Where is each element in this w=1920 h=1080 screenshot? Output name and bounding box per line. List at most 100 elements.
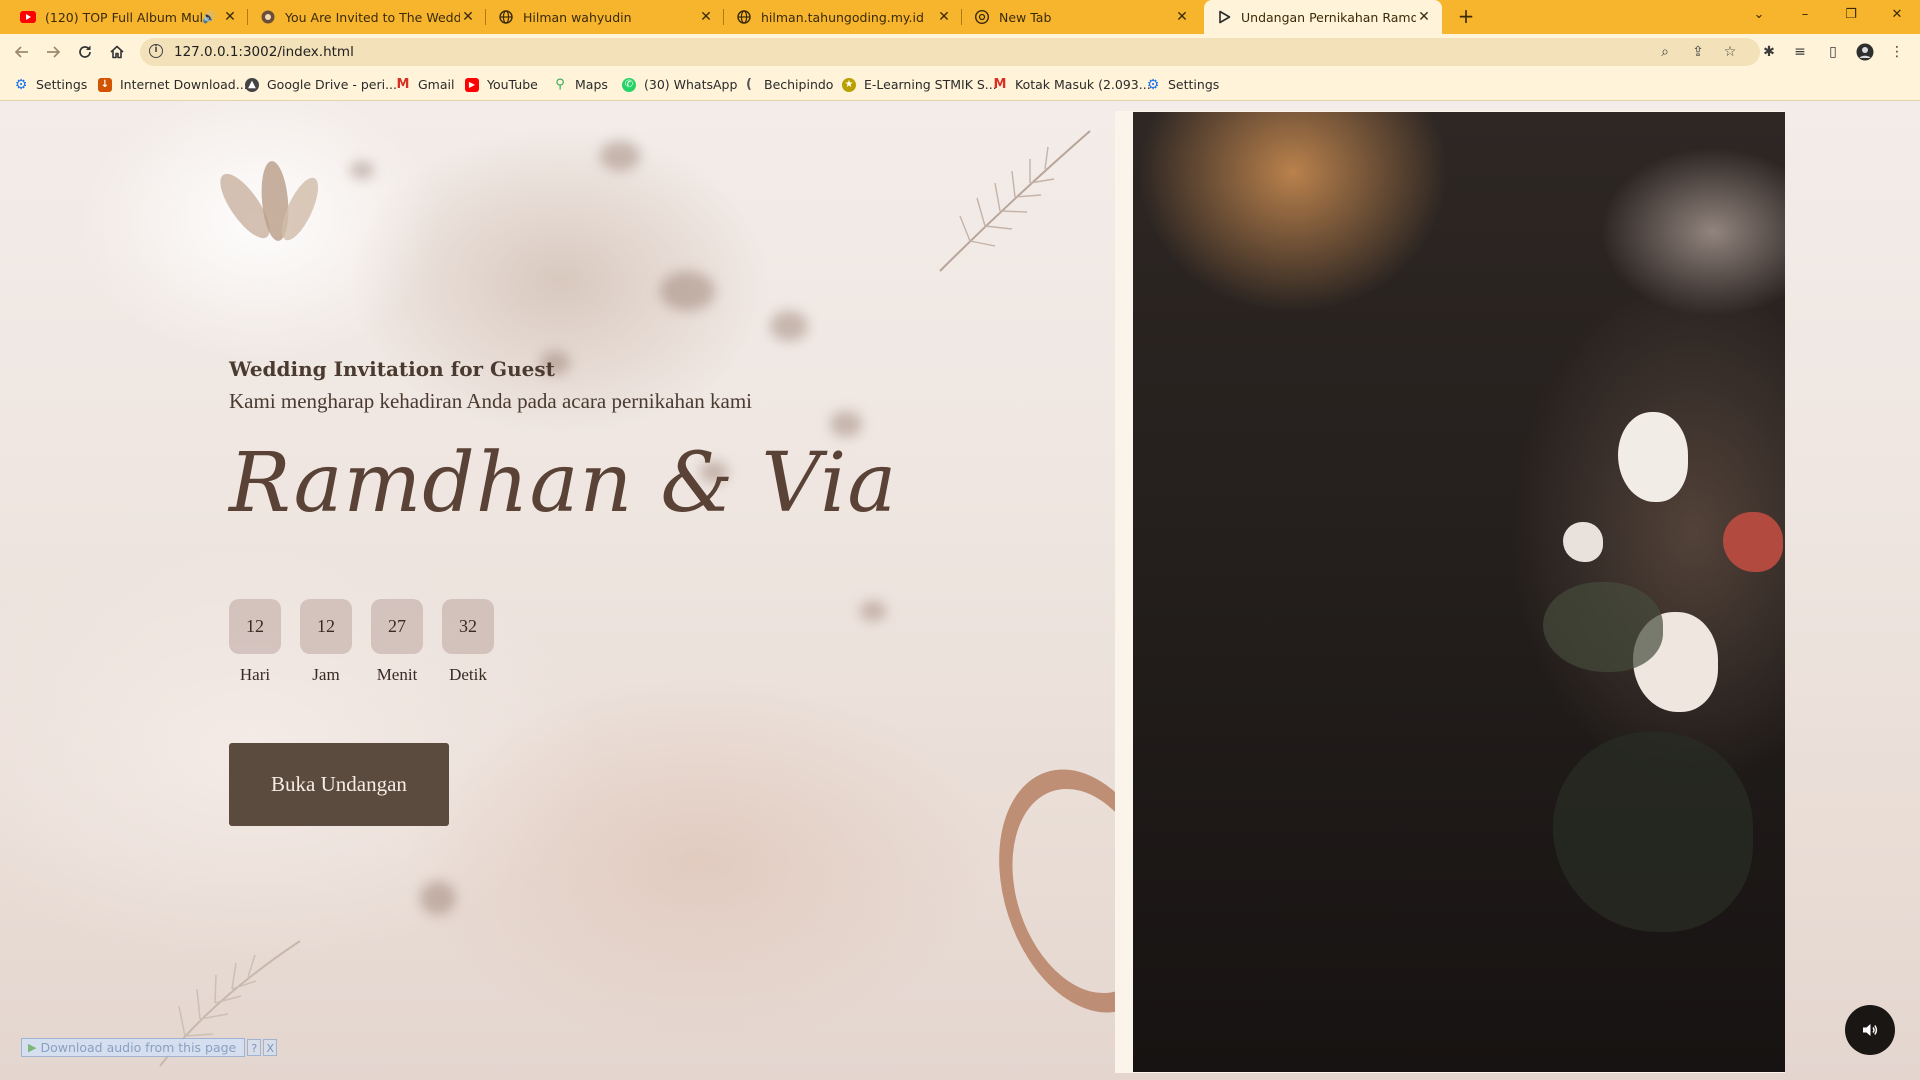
speaker-icon bbox=[1863, 1024, 1878, 1036]
youtube-icon: ▶ bbox=[465, 77, 479, 92]
bookmark-label: YouTube bbox=[487, 77, 538, 92]
side-panel-icon[interactable]: ▯ bbox=[1824, 43, 1842, 61]
close-button[interactable]: X bbox=[263, 1039, 278, 1056]
chrome-icon bbox=[974, 9, 990, 25]
tab-hilman-site[interactable]: hilman.tahungoding.my.id ✕ bbox=[724, 0, 962, 34]
bokeh-blossom bbox=[350, 161, 374, 179]
tab-youtube-album[interactable]: (120) TOP Full Album Muhas 🔊 ✕ bbox=[8, 0, 248, 34]
close-window-button[interactable]: ✕ bbox=[1874, 0, 1920, 30]
bookmark-label: E-Learning STMIK S... bbox=[864, 77, 997, 92]
help-button[interactable]: ? bbox=[247, 1039, 262, 1056]
url-text[interactable]: 127.0.0.1:3002/index.html bbox=[174, 44, 354, 60]
foliage bbox=[1543, 582, 1663, 672]
countdown-minutes: 27 Menit bbox=[371, 599, 423, 685]
close-tab-button[interactable]: ✕ bbox=[460, 9, 476, 25]
bookmark-internet-download[interactable]: ↓ Internet Download... bbox=[98, 77, 248, 92]
whatsapp-icon: ✆ bbox=[622, 77, 636, 92]
forward-button[interactable] bbox=[42, 41, 64, 63]
bookmark-label: Kotak Masuk (2.093... bbox=[1015, 77, 1151, 92]
extensions-icon[interactable]: ✱ bbox=[1760, 43, 1778, 61]
info-icon[interactable]: i bbox=[149, 44, 163, 58]
bookmark-label: Maps bbox=[575, 77, 608, 92]
avatar[interactable] bbox=[1856, 43, 1874, 61]
tab-strip: (120) TOP Full Album Muhas 🔊 ✕ You Are I… bbox=[0, 0, 1920, 34]
bookmark-star-icon[interactable]: ☆ bbox=[1721, 43, 1739, 61]
new-tab-button[interactable]: + bbox=[1455, 6, 1477, 28]
bokeh-blossom bbox=[860, 601, 886, 621]
bookmark-settings-2[interactable]: ⚙ Settings bbox=[1146, 77, 1220, 92]
bookmark-whatsapp[interactable]: ✆ (30) WhatsApp bbox=[622, 77, 737, 92]
foliage bbox=[1553, 732, 1753, 932]
bookmark-kotak-masuk[interactable]: M Kotak Masuk (2.093... bbox=[993, 77, 1151, 92]
arrow-left-icon bbox=[14, 46, 28, 58]
speaker-icon[interactable]: 🔊 bbox=[202, 11, 218, 24]
tab-title: New Tab bbox=[999, 9, 1052, 25]
download-audio-button[interactable]: ▶ Download audio from this page bbox=[21, 1038, 246, 1057]
bookmark-label: Settings bbox=[1168, 77, 1220, 92]
home-icon bbox=[110, 45, 124, 59]
bookmark-label: Google Drive - peri... bbox=[267, 77, 397, 92]
countdown-value: 27 bbox=[371, 599, 423, 654]
gmail-icon: M bbox=[396, 76, 410, 92]
countdown-value: 12 bbox=[300, 599, 352, 654]
globe-icon bbox=[498, 9, 514, 25]
close-tab-button[interactable]: ✕ bbox=[936, 9, 952, 25]
restore-button[interactable]: ❐ bbox=[1828, 0, 1874, 30]
countdown-label: Jam bbox=[312, 665, 340, 684]
back-button[interactable] bbox=[11, 41, 33, 63]
bookmark-google-drive[interactable]: ▲ Google Drive - peri... bbox=[245, 77, 397, 92]
reload-button[interactable] bbox=[74, 41, 96, 63]
tab-title: You Are Invited to The Wedding bbox=[285, 9, 460, 25]
bookmark-settings[interactable]: ⚙ Settings bbox=[14, 77, 88, 92]
share-icon[interactable]: ⇪ bbox=[1689, 43, 1707, 61]
countdown-value: 32 bbox=[442, 599, 494, 654]
address-bar[interactable]: i 127.0.0.1:3002/index.html ⌕ ⇪ ☆ bbox=[140, 38, 1760, 66]
close-tab-button[interactable]: ✕ bbox=[698, 9, 714, 25]
play-icon: ▶ bbox=[28, 1041, 37, 1054]
bookmark-elearning[interactable]: ★ E-Learning STMIK S... bbox=[842, 77, 997, 92]
open-invitation-button[interactable]: Buka Undangan bbox=[229, 743, 449, 826]
countdown-hours: 12 Jam bbox=[300, 599, 352, 685]
countdown-days: 12 Hari bbox=[229, 599, 281, 685]
tab-new-tab[interactable]: New Tab ✕ bbox=[962, 0, 1200, 34]
invitation-lead: Kami mengharap kehadiran Anda pada acara… bbox=[229, 389, 753, 413]
tab-undangan-active[interactable]: Undangan Pernikahan Ramdhan ✕ bbox=[1204, 0, 1442, 34]
bookmark-label: (30) WhatsApp bbox=[644, 77, 738, 92]
browser-toolbar: i 127.0.0.1:3002/index.html ⌕ ⇪ ☆ ✱ ≡ ▯ … bbox=[0, 34, 1920, 70]
tab-title: Undangan Pernikahan Ramdhan bbox=[1241, 9, 1416, 25]
bookmark-maps[interactable]: ⚲ Maps bbox=[553, 77, 608, 92]
audio-toggle-button[interactable] bbox=[1845, 1005, 1895, 1055]
minimize-button[interactable]: – bbox=[1782, 0, 1828, 30]
close-tab-button[interactable]: ✕ bbox=[1174, 9, 1190, 25]
bokeh-blossom bbox=[660, 271, 715, 311]
tab-title: hilman.tahungoding.my.id bbox=[761, 9, 924, 25]
tab-wedding-invite[interactable]: You Are Invited to The Wedding ✕ bbox=[248, 0, 486, 34]
menu-icon[interactable]: ⋮ bbox=[1888, 43, 1906, 61]
bookmark-label: Gmail bbox=[418, 77, 455, 92]
countdown-seconds: 32 Detik bbox=[442, 599, 494, 685]
tab-search-icon[interactable]: ⌄ bbox=[1736, 0, 1782, 30]
countdown: 12 Hari 12 Jam 27 Menit 32 Detik bbox=[229, 599, 513, 685]
countdown-label: Menit bbox=[376, 665, 418, 684]
bookmark-gmail[interactable]: M Gmail bbox=[396, 76, 455, 92]
close-tab-button[interactable]: ✕ bbox=[1416, 9, 1432, 25]
dried-leaves-icon bbox=[220, 161, 319, 241]
reload-icon bbox=[79, 45, 91, 58]
bookmark-youtube[interactable]: ▶ YouTube bbox=[465, 77, 538, 92]
couple-names: Ramdhan & Via bbox=[229, 436, 898, 531]
countdown-value: 12 bbox=[229, 599, 281, 654]
bookmark-label: Internet Download... bbox=[120, 77, 248, 92]
bookmark-bechipindo[interactable]: ( Bechipindo bbox=[742, 77, 833, 92]
arrow-right-icon bbox=[47, 46, 61, 58]
download-audio-label: Download audio from this page bbox=[40, 1040, 237, 1055]
bokeh-blossom bbox=[600, 141, 640, 171]
home-button[interactable] bbox=[106, 41, 128, 63]
media-icon[interactable]: ≡ bbox=[1791, 43, 1809, 61]
drive-icon: ▲ bbox=[245, 77, 259, 92]
tab-hilman[interactable]: Hilman wahyudin ✕ bbox=[486, 0, 724, 34]
zoom-icon[interactable]: ⌕ bbox=[1656, 43, 1674, 61]
download-audio-bar: ▶ Download audio from this page ? X bbox=[21, 1038, 300, 1057]
fern-icon bbox=[939, 130, 1091, 272]
close-tab-button[interactable]: ✕ bbox=[222, 9, 238, 25]
bokeh-blossom bbox=[770, 311, 808, 341]
